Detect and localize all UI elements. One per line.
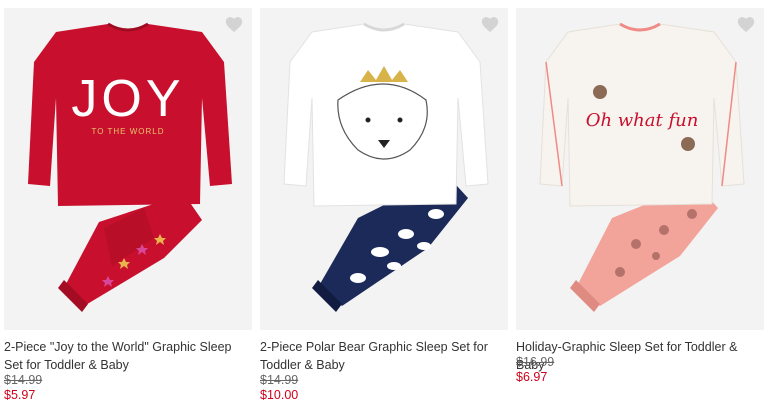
shirt-print-joy: JOY (71, 70, 184, 128)
sale-price: $5.97 (4, 388, 36, 402)
original-price: $16.99 (516, 355, 555, 369)
favorite-heart-icon[interactable] (736, 15, 758, 37)
polar-bear-sleep-set-illustration (283, 22, 489, 312)
holiday-sleep-set-illustration: Oh what fun (539, 22, 745, 312)
product-image-holiday[interactable]: Oh what fun (516, 8, 764, 330)
favorite-heart-icon[interactable] (224, 15, 246, 37)
sale-price: $6.97 (516, 370, 548, 384)
product-card: JOY TO THE WORLD 2-Piece "Joy to the Wor… (4, 0, 252, 404)
product-image-joy[interactable]: JOY TO THE WORLD (4, 8, 252, 330)
product-title[interactable]: 2-Piece "Joy to the World" Graphic Sleep… (4, 338, 252, 374)
original-price: $14.99 (260, 373, 299, 387)
product-image-polar-bear[interactable] (260, 8, 508, 330)
product-card: 2-Piece Polar Bear Graphic Sleep Set for… (260, 0, 508, 404)
sale-price: $10.00 (260, 388, 299, 402)
shirt-print-sub: TO THE WORLD (91, 127, 164, 136)
product-grid: JOY TO THE WORLD 2-Piece "Joy to the Wor… (0, 0, 764, 404)
shirt-print-oh-what-fun: Oh what fun (586, 110, 699, 131)
original-price: $14.99 (4, 373, 43, 387)
joy-sleep-set-illustration: JOY TO THE WORLD (28, 22, 232, 312)
favorite-heart-icon[interactable] (480, 15, 502, 37)
product-title[interactable]: 2-Piece Polar Bear Graphic Sleep Set for… (260, 338, 508, 374)
product-card: Oh what fun Holiday-Graphic Sleep Set fo… (516, 0, 764, 404)
